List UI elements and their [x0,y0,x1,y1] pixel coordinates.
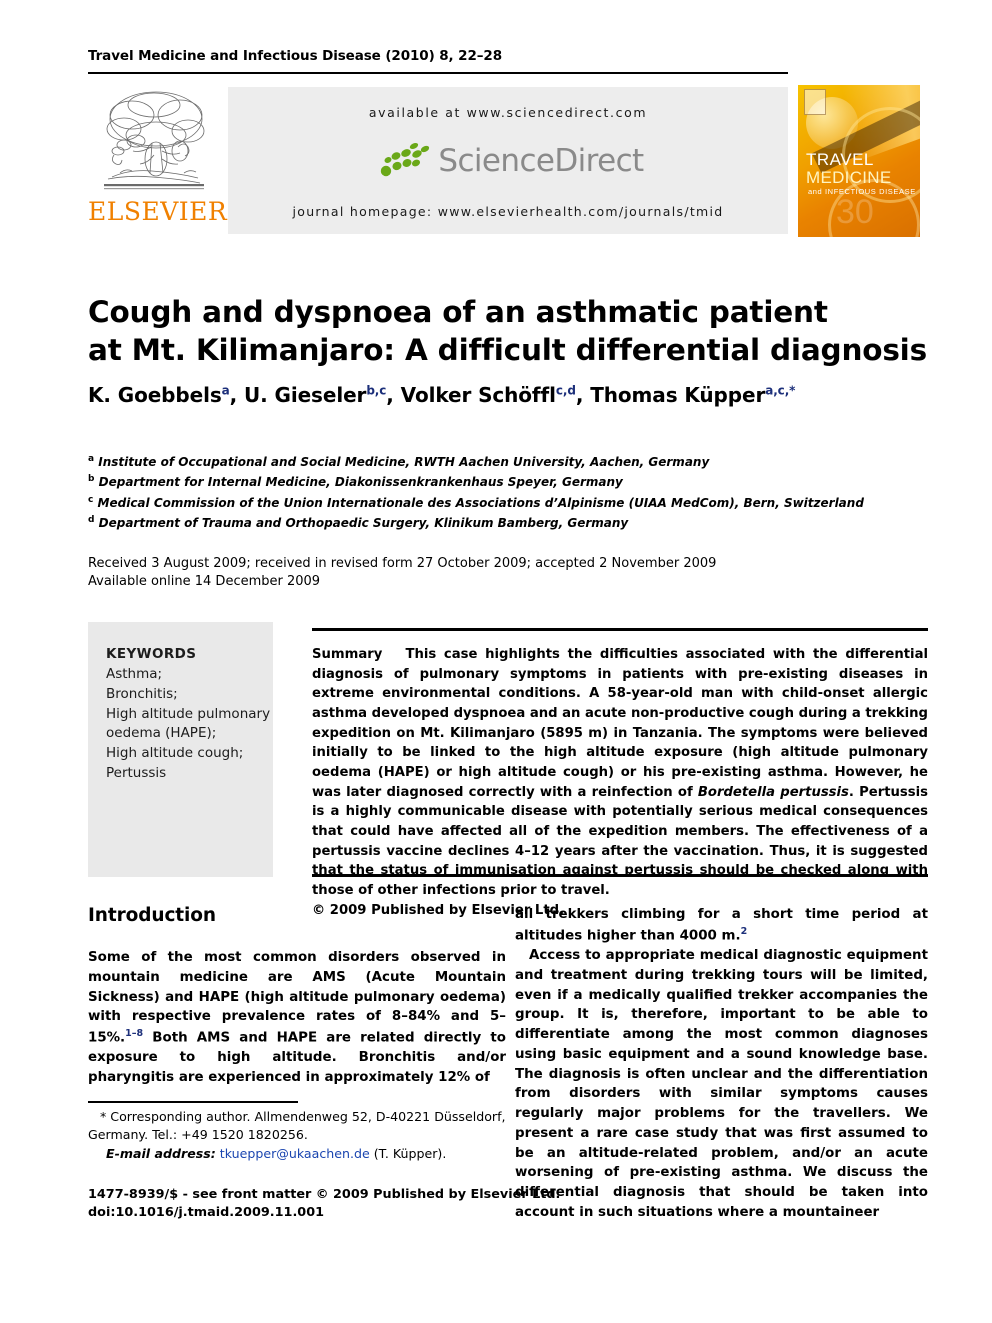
page-title: Cough and dyspnoea of an asthmatic patie… [88,294,928,370]
author-name: K. Goebbels [88,383,222,407]
author-name: Volker Schöffl [400,383,556,407]
cover-title-line3: and INFECTIOUS DISEASE [808,187,916,196]
affiliation-item: b Department for Internal Medicine, Diak… [88,472,928,492]
author-affiliation-marks: a,c,* [765,383,796,398]
email-link[interactable]: tkuepper@ukaachen.de [220,1146,370,1161]
keywords-box: KEYWORDS Asthma; Bronchitis; High altitu… [88,622,273,877]
abstract-italic-term: Bordetella pertussis [697,784,849,800]
elsevier-tree-icon [104,91,205,190]
masthead: ELSEVIER available at www.sciencedirect.… [88,85,920,237]
journal-cover-thumbnail: 30 TRAVEL MEDICINE and INFECTIOUS DISEAS… [798,85,920,237]
abstract-text-part-1: This case highlights the difficulties as… [312,647,928,800]
abstract-bottom-rule [312,874,928,877]
intro-paragraph-right-2: Access to appropriate medical diagnostic… [515,948,928,1220]
affiliation-text: Department of Trauma and Orthopaedic Sur… [98,516,629,531]
keyword-item: High altitude pulmonary [106,705,271,722]
keyword-item: Bronchitis; [106,685,178,702]
affiliation-text: Department for Internal Medicine, Diakon… [98,475,623,490]
affiliation-list: a Institute of Occupational and Social M… [88,452,928,534]
affiliation-item: a Institute of Occupational and Social M… [88,452,928,472]
article-history: Received 3 August 2009; received in revi… [88,555,928,592]
corresponding-author-note: * Corresponding author. Allmendenweg 52,… [88,1109,506,1143]
cover-title-line2: MEDICINE [806,168,892,187]
abstract-top-rule [312,628,928,631]
keyword-item: oedema (HAPE); [106,725,217,742]
elsevier-logo: ELSEVIER [88,85,228,237]
affiliation-text: Institute of Occupational and Social Med… [98,455,710,469]
issn-front-matter: 1477-8939/$ - see front matter © 2009 Pu… [88,1187,561,1202]
abstract-label: Summary [312,647,383,662]
author-name: U. Gieseler [244,383,367,407]
email-note: E-mail address: tkuepper@ukaachen.de (T.… [88,1145,506,1163]
citation-ref: 2 [740,925,748,937]
title-line-2: at Mt. Kilimanjaro: A difficult differen… [88,332,927,367]
sciencedirect-wordmark: ScienceDirect [438,143,644,179]
affiliation-text: Medical Commission of the Union Internat… [97,495,864,510]
email-owner: (T. Küpper). [373,1145,447,1161]
right-text-a: all trekkers climbing for a short time p… [515,907,928,944]
footnote-block: * Corresponding author. Allmendenweg 52,… [88,1108,506,1163]
affiliation-mark: c [88,494,94,505]
imprint-block: 1477-8939/$ - see front matter © 2009 Pu… [88,1186,588,1222]
author-list: K. Goebbelsa, U. Gieselerb,c, Volker Sch… [88,383,796,407]
affiliation-mark: d [88,515,95,526]
author-name: Thomas Küpper [590,383,766,407]
cover-volume-watermark: 30 [836,193,874,231]
citation-ref: 1–8 [125,1028,144,1040]
affiliation-item: c Medical Commission of the Union Intern… [88,493,928,513]
intro-paragraph-left: Some of the most common disorders observ… [88,948,506,1088]
cover-elsevier-mark-icon [804,89,826,115]
received-dates: Received 3 August 2009; received in revi… [88,556,717,571]
body-column-right: all trekkers climbing for a short time p… [515,905,928,1223]
affiliation-mark: a [88,454,95,464]
sciencedirect-banner: available at www.sciencedirect.com Scien… [228,87,788,234]
available-at-text: available at www.sciencedirect.com [368,105,648,120]
running-head: Travel Medicine and Infectious Disease (… [88,48,502,64]
author-affiliation-marks: a [221,383,230,398]
section-heading-introduction: Introduction [88,905,216,926]
email-label: E-mail address: [106,1145,216,1161]
footnote-rule [88,1101,298,1103]
author-affiliation-marks: c,d [555,383,576,398]
affiliation-item: d Department of Trauma and Orthopaedic S… [88,513,928,533]
running-head-rule [88,72,788,74]
sciencedirect-leaf-icon [381,142,430,177]
intro-text-b: Both AMS and HAPE are related directly t… [88,1030,506,1086]
keyword-item: High altitude cough; [106,745,244,762]
abstract-text-part-2: . Pertussis is a highly communicable dis… [312,784,928,899]
keyword-item: Pertussis [106,765,167,782]
available-online-date: Available online 14 December 2009 [88,574,321,590]
keywords-content: KEYWORDS Asthma; Bronchitis; High altitu… [106,645,271,784]
title-line-1: Cough and dyspnoea of an asthmatic patie… [88,294,828,329]
affiliation-mark: b [88,474,95,485]
author-affiliation-marks: b,c [366,383,387,398]
elsevier-wordmark: ELSEVIER [88,197,228,226]
intro-paragraph-right-continued: all trekkers climbing for a short time p… [515,905,928,946]
doi-line: doi:10.1016/j.tmaid.2009.11.001 [88,1205,325,1221]
keyword-item: Asthma; [106,665,163,682]
journal-homepage-text: journal homepage: www.elsevierhealth.com… [292,204,724,219]
cover-title-line1: TRAVEL [806,150,874,169]
keywords-heading: KEYWORDS [106,646,197,662]
abstract-block: Summary This case highlights the difficu… [312,645,928,920]
body-column-left: Introduction Some of the most common dis… [88,905,506,1088]
article-first-page: Travel Medicine and Infectious Disease (… [0,0,992,1323]
sciencedirect-logo: ScienceDirect [228,135,788,187]
